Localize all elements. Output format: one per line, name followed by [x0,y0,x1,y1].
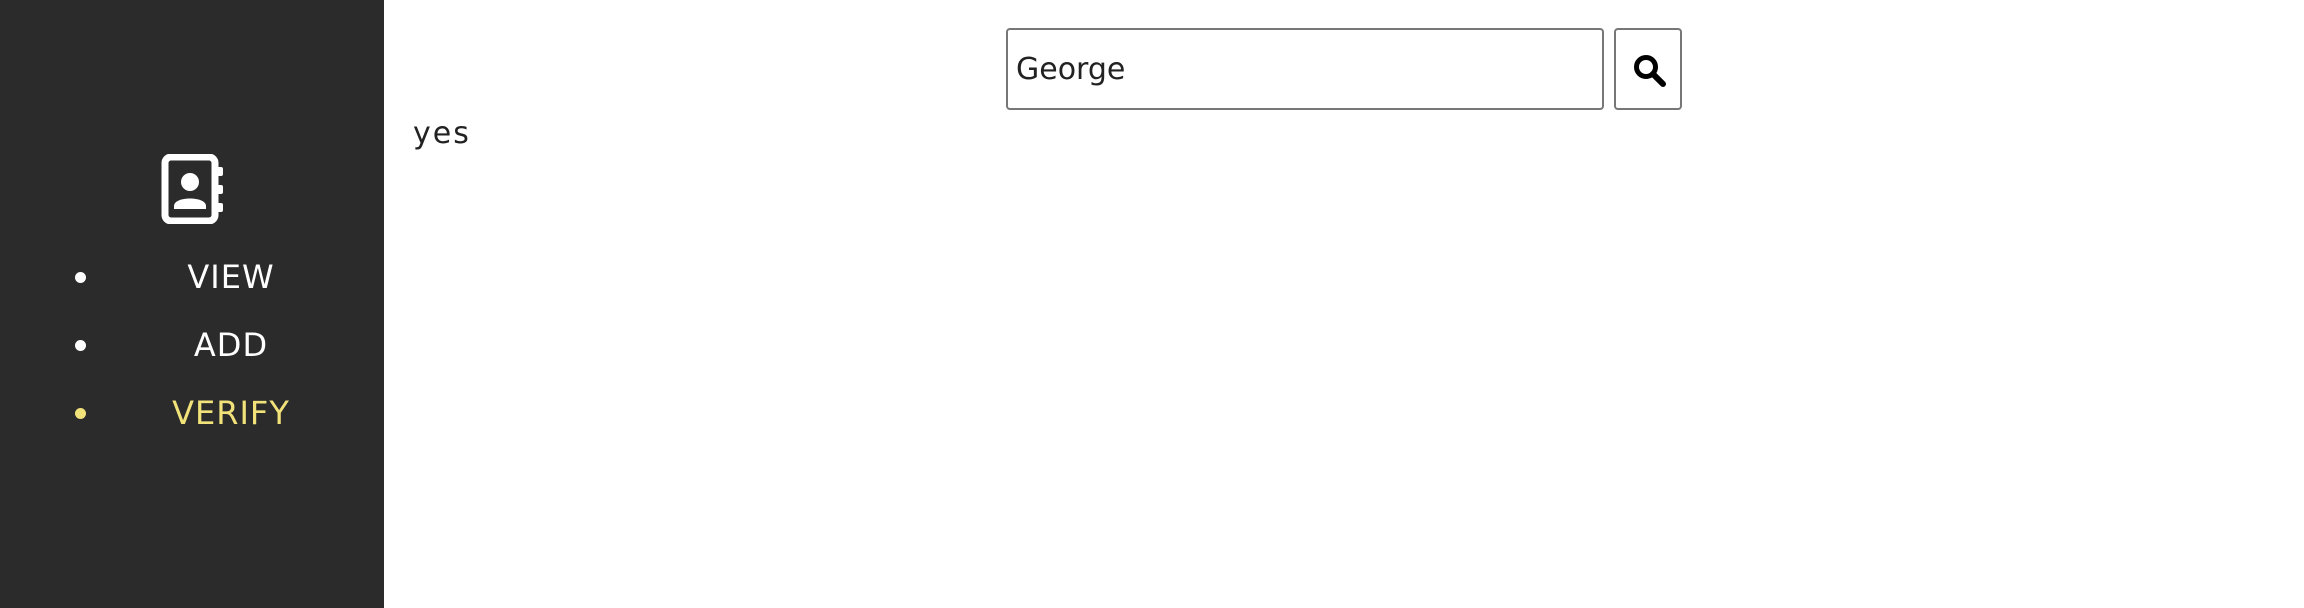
nav-item-add[interactable]: ADD [0,325,384,365]
bullet-icon [75,340,86,351]
sidebar: VIEW ADD VERIFY [0,0,384,608]
nav-item-add-label: ADD [193,326,269,364]
nav-item-verify[interactable]: VERIFY [0,393,384,433]
bullet-icon [75,272,86,283]
search-button[interactable] [1614,28,1682,110]
address-book-icon [161,154,223,224]
nav-item-view-label: VIEW [187,258,275,296]
nav-item-view[interactable]: VIEW [0,257,384,297]
bullet-icon [75,408,86,419]
search-input[interactable] [1006,28,1604,110]
nav-item-verify-label: VERIFY [172,394,290,432]
verification-result: yes [413,116,471,151]
search-icon [1634,55,1666,87]
